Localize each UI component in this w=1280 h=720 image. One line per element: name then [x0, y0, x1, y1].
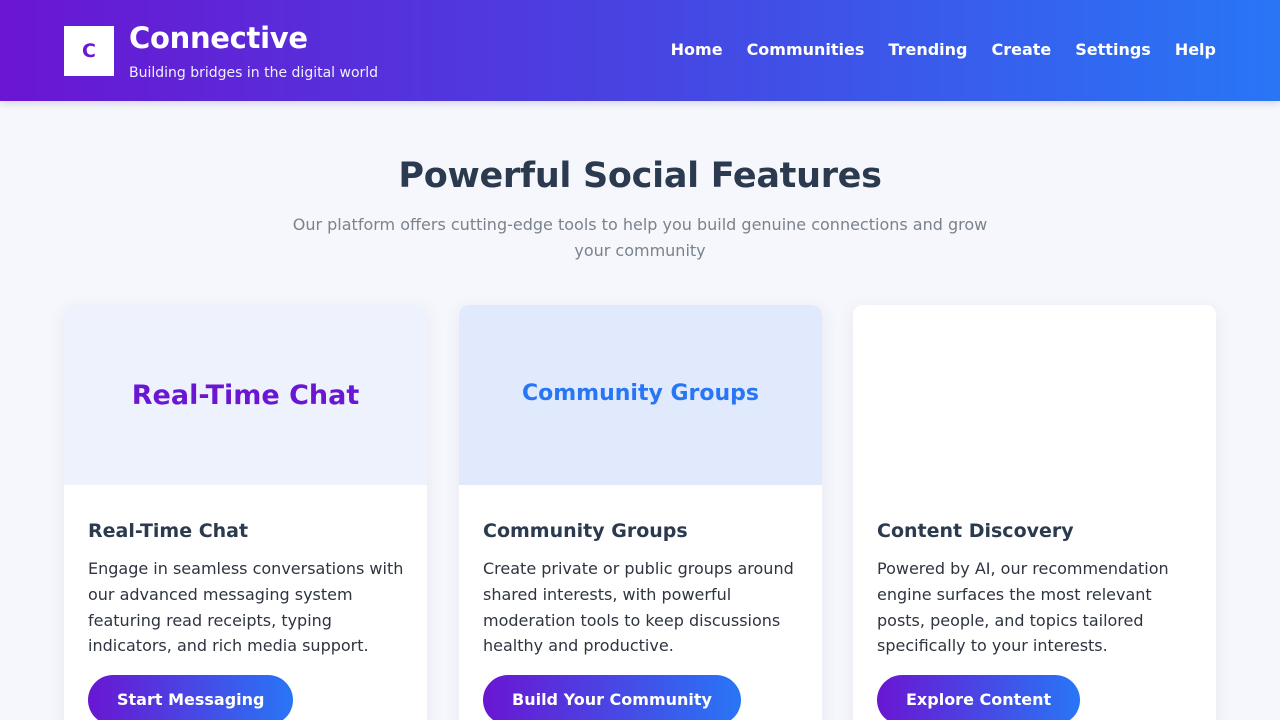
feature-card-chat: Real-Time Chat Real-Time Chat Engage in … — [64, 305, 427, 720]
nav-communities[interactable]: Communities — [747, 39, 865, 61]
card-description: Engage in seamless conversations with ou… — [88, 559, 404, 656]
logo[interactable]: C — [64, 26, 114, 76]
card-description: Create private or public groups around s… — [483, 559, 794, 656]
nav-settings[interactable]: Settings — [1075, 39, 1151, 61]
card-title: Real-Time Chat — [88, 520, 249, 542]
build-community-button[interactable]: Build Your Community — [483, 675, 741, 720]
explore-content-button[interactable]: Explore Content — [877, 675, 1081, 720]
card-hero-label: Real-Time Chat — [131, 379, 360, 411]
feature-card-groups: Community Groups Community Groups Create… — [459, 305, 822, 720]
main-nav: Home Communities Trending Create Setting… — [671, 39, 1216, 61]
logo-letter: C — [82, 40, 96, 62]
card-hero-label: Community Groups — [521, 380, 759, 406]
card-hero-image: Community Groups — [459, 305, 822, 485]
brand-name[interactable]: Connective — [129, 20, 308, 56]
nav-home[interactable]: Home — [671, 39, 723, 61]
feature-card-discovery: Content Discovery Powered by AI, our rec… — [853, 305, 1216, 720]
site-header: C Connective Building bridges in the dig… — [0, 0, 1280, 101]
card-hero-image: Real-Time Chat — [64, 305, 427, 485]
card-title: Content Discovery — [877, 520, 1074, 542]
features-subtitle: Our platform offers cutting-edge tools t… — [292, 215, 988, 260]
card-description: Powered by AI, our recommendation engine… — [877, 559, 1169, 656]
nav-trending[interactable]: Trending — [888, 39, 967, 61]
nav-help[interactable]: Help — [1175, 39, 1216, 61]
brand-tagline: Building bridges in the digital world — [129, 65, 379, 81]
card-title: Community Groups — [483, 520, 688, 542]
features-title: Powerful Social Features — [398, 156, 882, 196]
start-messaging-button[interactable]: Start Messaging — [88, 675, 294, 720]
card-hero-image — [853, 305, 1216, 485]
nav-create[interactable]: Create — [992, 39, 1052, 61]
